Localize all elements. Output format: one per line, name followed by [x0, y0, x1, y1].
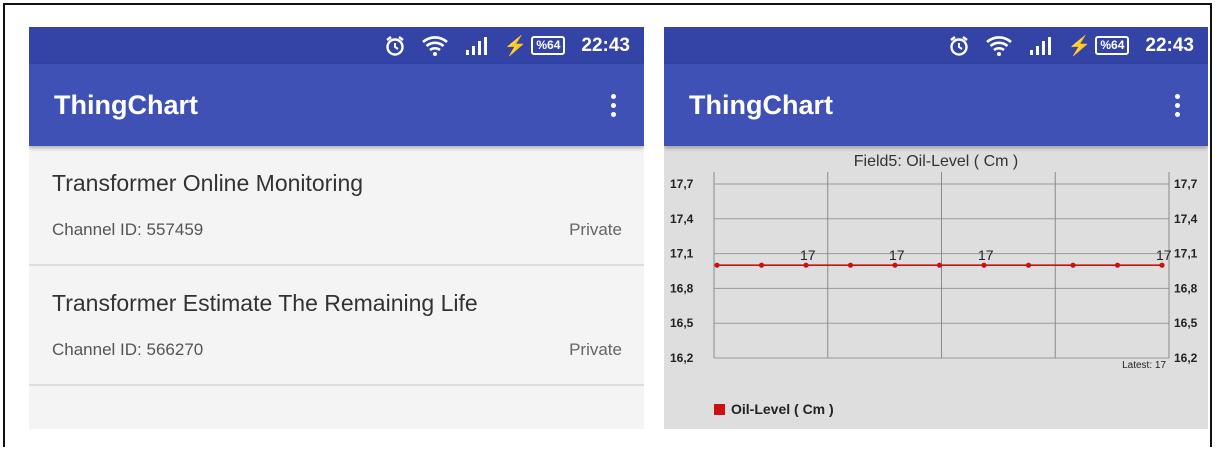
alarm-icon [948, 35, 970, 57]
data-point [714, 262, 720, 268]
status-bar: ⚡ %64 22:43 [29, 27, 644, 64]
channel-visibility: Private [569, 220, 622, 239]
legend-swatch [714, 404, 725, 415]
app-bar: ThingChart [664, 64, 1208, 146]
data-point [1025, 262, 1032, 268]
data-point [981, 262, 987, 268]
battery-indicator: %64 [531, 36, 566, 55]
point-value-label: 17 [800, 247, 816, 263]
wifi-icon [985, 35, 1012, 57]
battery-indicator: %64 [1095, 36, 1130, 55]
channel-id: Channel ID: 557459 [52, 220, 204, 239]
y-tick-label-right: 17,7 [1174, 177, 1198, 191]
point-value-label: 17 [889, 247, 905, 263]
y-tick-label-right: 17,4 [1174, 212, 1198, 226]
channel-name: Transformer Estimate The Remaining Life [52, 290, 478, 316]
channel-visibility: Private [569, 340, 622, 359]
chart-screen: ⚡ %64 22:43 ThingChart Field5: Oil-Level… [664, 27, 1208, 429]
data-point [892, 262, 898, 268]
clock: 22:43 [581, 34, 630, 56]
channel-list: Transformer Online Monitoring Channel ID… [29, 146, 644, 386]
legend-label: Oil-Level ( Cm ) [731, 401, 834, 417]
y-tick-label-left: 17,1 [670, 247, 694, 261]
clock: 22:43 [1145, 34, 1194, 56]
y-tick-label-left: 16,8 [670, 281, 694, 295]
point-value-label: 17 [1156, 247, 1172, 263]
app-title: ThingChart [54, 89, 198, 120]
charging-icon: ⚡ [1067, 35, 1092, 57]
channel-item[interactable]: Transformer Estimate The Remaining Life … [29, 266, 644, 386]
chart-title: Field5: Oil-Level ( Cm ) [854, 153, 1018, 170]
app-bar: ThingChart [29, 64, 644, 146]
y-tick-label-left: 16,2 [670, 351, 694, 365]
signal-icon [1028, 36, 1052, 56]
channel-list-screen: ⚡ %64 22:43 ThingChart Transformer Onlin… [29, 27, 644, 429]
wifi-icon [421, 35, 448, 57]
alarm-icon [384, 35, 406, 57]
point-value-label: 17 [978, 247, 994, 263]
data-point [803, 262, 809, 268]
app-title: ThingChart [689, 89, 833, 120]
more-vert-icon[interactable] [1169, 88, 1186, 123]
more-vert-icon[interactable] [605, 88, 622, 123]
data-point [1114, 262, 1121, 268]
y-tick-label-left: 16,5 [670, 316, 694, 330]
status-bar: ⚡ %64 22:43 [664, 27, 1208, 64]
y-tick-label-right: 16,2 [1174, 351, 1198, 365]
oil-level-chart: Field5: Oil-Level ( Cm ) 17,7 17,7 17,4 17,… [670, 153, 1198, 417]
latest-value-label: Latest: 17 [1122, 360, 1166, 371]
channel-name: Transformer Online Monitoring [52, 170, 364, 196]
y-tick-label-left: 17,4 [670, 212, 694, 226]
channel-id: Channel ID: 566270 [52, 340, 204, 359]
y-tick-label-right: 16,5 [1174, 316, 1198, 330]
data-point [936, 262, 943, 268]
chart-area[interactable]: Field5: Oil-Level ( Cm ) 17,7 17,7 17,4 17,… [664, 146, 1208, 429]
data-point [758, 262, 765, 268]
y-tick-label-right: 16,8 [1174, 281, 1198, 295]
data-point [1159, 262, 1165, 268]
y-tick-label-right: 17,1 [1174, 247, 1198, 261]
charging-icon: ⚡ [503, 35, 528, 57]
channel-item[interactable]: Transformer Online Monitoring Channel ID… [29, 146, 644, 266]
signal-icon [464, 36, 488, 56]
data-point [1070, 262, 1076, 268]
y-tick-label-left: 17,7 [670, 177, 694, 191]
data-point [847, 262, 854, 268]
